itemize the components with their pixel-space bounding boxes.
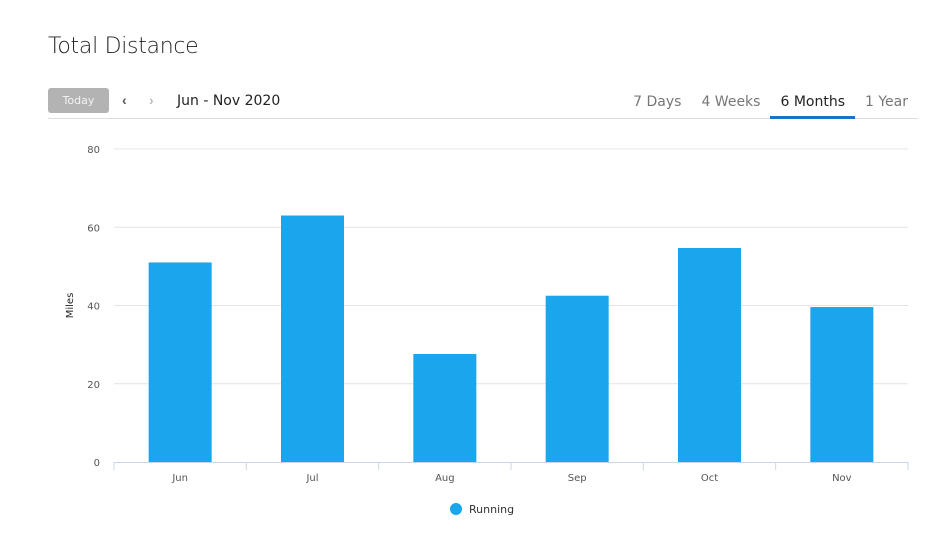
legend-label: Running [469, 503, 514, 516]
toolbar: Today ‹ › Jun - Nov 2020 7 Days 4 Weeks … [48, 88, 918, 119]
y-tick-label: 0 [94, 458, 100, 469]
chart-title: Total Distance [48, 34, 199, 59]
y-tick-label: 60 [87, 223, 100, 234]
y-tick-label: 20 [87, 380, 100, 391]
x-tick-label: Nov [832, 473, 852, 484]
y-tick-label: 80 [87, 145, 100, 156]
x-tick-label: Jun [171, 473, 188, 484]
today-button[interactable]: Today [48, 88, 109, 113]
x-tick-label: Oct [701, 473, 718, 484]
chevron-left-icon[interactable]: ‹ [122, 92, 127, 108]
x-tick-label: Sep [568, 473, 587, 484]
y-tick-label: 40 [87, 302, 100, 313]
bar-chart: 0 20 40 60 80 Miles Jun Jul Aug Sep Oct Nov Running [65, 145, 909, 516]
tab-6-months[interactable]: 6 Months [770, 88, 855, 119]
y-axis-label: Miles [65, 293, 76, 319]
tab-7-days[interactable]: 7 Days [623, 88, 691, 117]
bar-oct [678, 247, 741, 462]
tab-4-weeks[interactable]: 4 Weeks [691, 88, 770, 117]
chevron-right-icon[interactable]: › [149, 92, 154, 108]
x-tick-label: Aug [435, 473, 455, 484]
x-tick-label: Jul [305, 473, 318, 484]
legend-marker [450, 503, 462, 515]
bar-aug [413, 354, 477, 462]
bar-sep [545, 295, 609, 462]
tab-1-year[interactable]: 1 Year [855, 88, 918, 117]
date-range-label: Jun - Nov 2020 [177, 93, 281, 109]
bar-nov [810, 307, 874, 462]
bar-jun [148, 262, 212, 462]
bar-jul [281, 215, 344, 462]
period-tabs: 7 Days 4 Weeks 6 Months 1 Year [623, 88, 918, 119]
